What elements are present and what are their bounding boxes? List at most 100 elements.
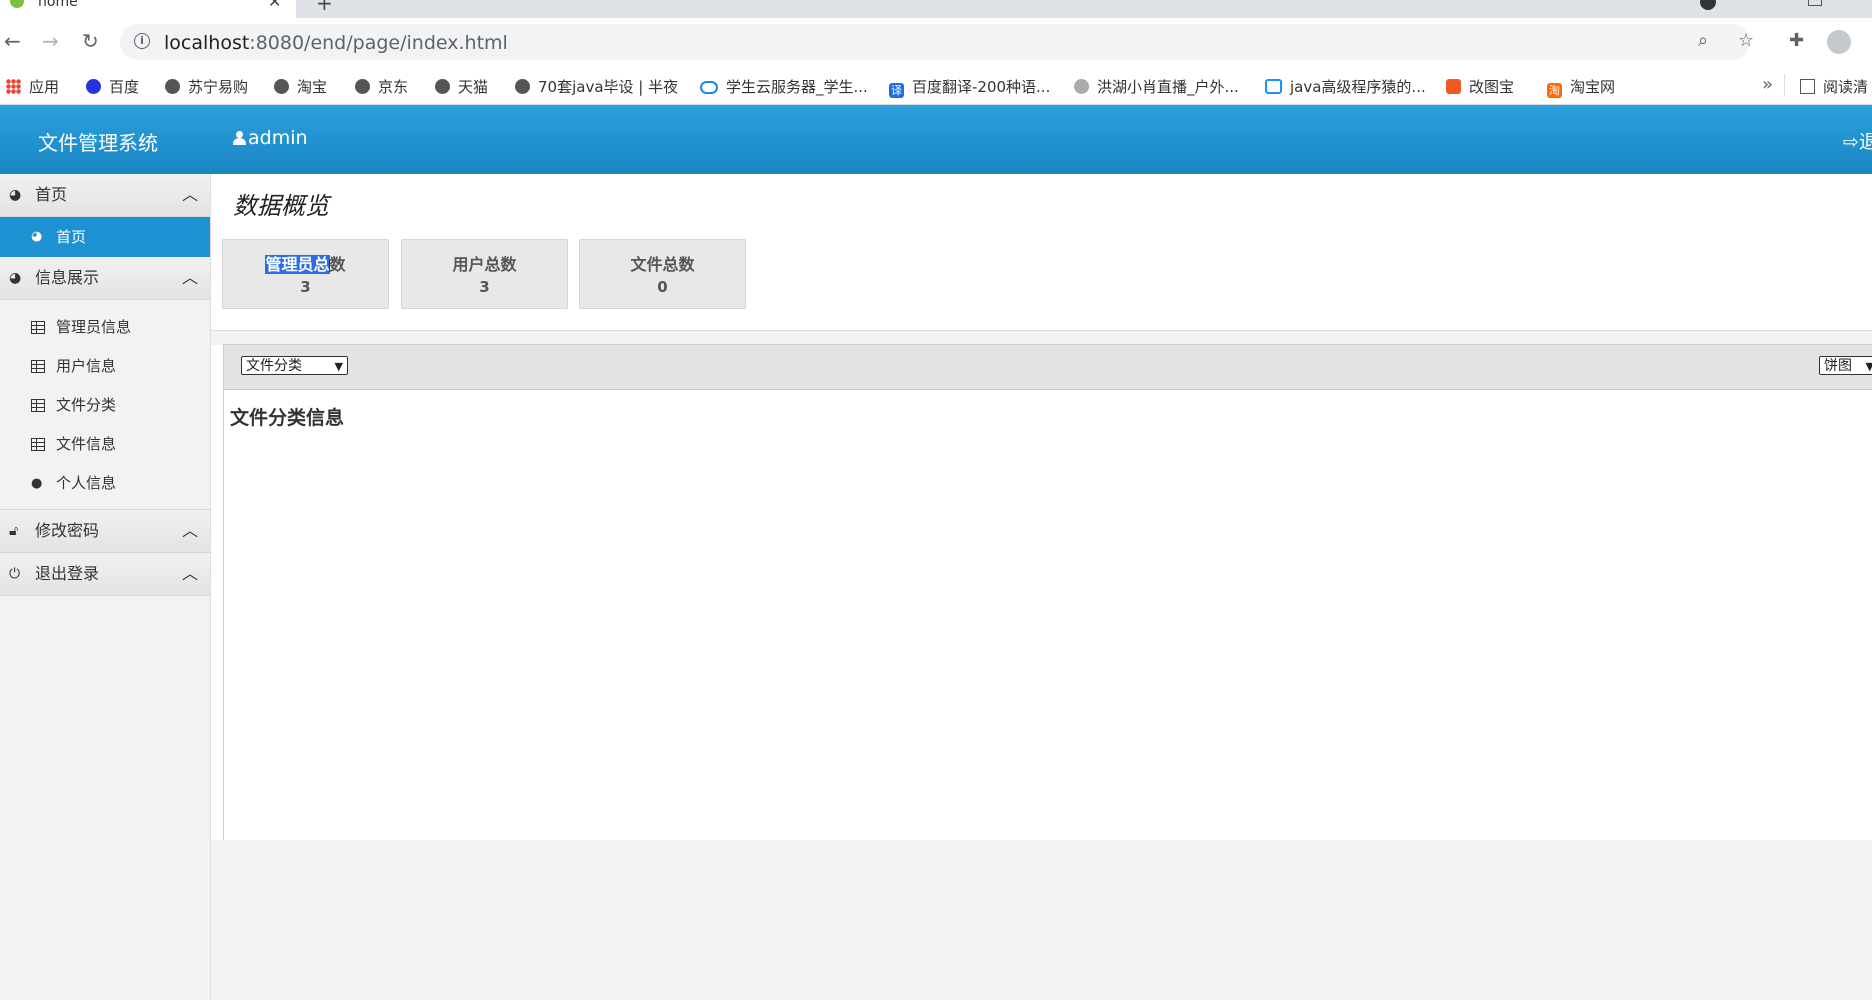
header-logout-button[interactable]: ⇨退	[1843, 127, 1872, 154]
selected-text: 管理员总	[265, 255, 330, 274]
sidebar-item-file-category[interactable]: 文件分类	[0, 386, 210, 425]
baidu-paw-icon	[86, 79, 101, 94]
url-text[interactable]: localhost:8080/end/page/index.html	[164, 32, 508, 54]
stat-value: 3	[479, 278, 490, 296]
power-icon: ⏻	[9, 566, 21, 582]
restore-window-icon[interactable]	[1808, 0, 1822, 6]
cloud-icon	[700, 81, 718, 94]
sidebar-group-logout[interactable]: ⏻ 退出登录 ︿	[0, 553, 210, 596]
current-user[interactable]: admin	[233, 127, 308, 149]
user-icon	[233, 131, 246, 145]
feather-icon	[1074, 79, 1089, 94]
table-icon	[31, 425, 45, 464]
extensions-puzzle-icon[interactable]: ✚	[1789, 30, 1804, 51]
sidebar-item-home[interactable]: ◕ 首页	[0, 217, 210, 257]
sidebar-item-label: 文件分类	[56, 396, 117, 414]
main-bottom-area	[211, 840, 1872, 1000]
sidebar-group-label: 首页	[35, 185, 68, 204]
address-bar[interactable]: i localhost:8080/end/page/index.html	[120, 24, 1750, 60]
sidebar-item-admin-info[interactable]: 管理员信息	[0, 308, 210, 347]
sidebar-item-personal-info[interactable]: ● 个人信息	[0, 464, 210, 503]
bookmark-suning[interactable]: 苏宁易购	[165, 76, 248, 97]
bookmark-honghu-live[interactable]: 洪湖小肖直播_户外...	[1074, 76, 1239, 97]
sidebar-item-label: 用户信息	[56, 357, 117, 375]
back-arrow-icon[interactable]: ←	[4, 30, 21, 52]
sidebar: ◕ 首页 ︿ ◕ 首页 ◕ 信息展示 ︿ 管理员信息 用户信息 文件分类 文件信…	[0, 174, 211, 1000]
dashboard-icon: ◕	[31, 229, 43, 244]
chevron-up-icon: ︿	[181, 564, 198, 583]
globe-icon	[355, 79, 370, 94]
site-info-icon[interactable]: i	[134, 33, 150, 49]
reload-icon[interactable]: ↻	[82, 30, 99, 52]
tab-favicon-icon	[10, 0, 24, 8]
sidebar-item-label: 首页	[56, 228, 87, 246]
chart-panel: 文件分类 ▼ 饼图 ▼ 文件分类信息	[223, 344, 1872, 842]
sidebar-item-label: 个人信息	[56, 474, 117, 492]
sidebar-item-user-info[interactable]: 用户信息	[0, 347, 210, 386]
sidebar-group-info[interactable]: ◕ 信息展示 ︿	[0, 257, 210, 300]
table-icon	[31, 308, 45, 347]
dashboard-icon: ◕	[9, 187, 22, 203]
sidebar-group-change-password[interactable]: 🔓︎ 修改密码 ︿	[0, 510, 210, 553]
reading-list[interactable]: 阅读清	[1800, 76, 1868, 97]
globe-icon	[274, 79, 289, 94]
bookmark-baidu[interactable]: 百度	[86, 76, 139, 97]
forward-arrow-icon[interactable]: →	[42, 30, 59, 52]
chevron-up-icon: ︿	[181, 268, 198, 287]
chevron-down-icon: ▼	[334, 360, 343, 373]
bookmark-jd[interactable]: 京东	[355, 76, 408, 97]
stat-value: 3	[300, 278, 311, 296]
new-tab-icon[interactable]: +	[316, 0, 333, 15]
bookmarks-divider	[1784, 74, 1785, 96]
bookmark-taobao-net[interactable]: 淘淘宝网	[1547, 76, 1615, 98]
dashboard-icon: ◕	[9, 270, 22, 286]
stat-label[interactable]: 管理员总数	[223, 251, 388, 275]
bookmark-star-icon[interactable]: ☆	[1738, 30, 1754, 51]
bookmarks-more-icon[interactable]: »	[1762, 74, 1773, 95]
chart-type-select[interactable]: 饼图 ▼	[1819, 356, 1872, 375]
chevron-up-icon: ︿	[181, 521, 198, 540]
table-icon	[31, 347, 45, 386]
bookmark-tmall[interactable]: 天猫	[435, 76, 488, 97]
bookmark-java-projects[interactable]: 70套java毕设 | 半夜	[515, 76, 678, 97]
apps-grid-icon	[6, 79, 21, 94]
sidebar-group-home[interactable]: ◕ 首页 ︿	[0, 174, 210, 217]
bookmark-gaitubao[interactable]: 改图宝	[1446, 76, 1514, 97]
translate-icon: 译	[889, 83, 904, 98]
zoom-icon[interactable]: ⌕	[1698, 30, 1708, 51]
table-icon	[31, 386, 45, 425]
bilibili-tv-icon	[1265, 79, 1282, 94]
browser-tab[interactable]: home ✕	[0, 0, 296, 18]
tab-title: home	[38, 0, 78, 10]
bookmark-student-cloud[interactable]: 学生云服务器_学生...	[700, 76, 868, 97]
sidebar-item-label: 管理员信息	[56, 318, 132, 336]
stat-card-user-total: 用户总数 3	[401, 239, 568, 309]
app-header: 文件管理系统 admin ⇨退	[0, 105, 1872, 174]
tab-close-icon[interactable]: ✕	[268, 0, 281, 11]
bookmark-java-senior[interactable]: java高级程序猿的...	[1265, 76, 1426, 97]
chevron-down-icon: ▼	[1865, 360, 1872, 373]
page-title: 数据概览	[233, 192, 329, 220]
stat-card-file-total: 文件总数 0	[579, 239, 746, 309]
orange-square-icon	[1446, 79, 1461, 94]
sidebar-item-label: 文件信息	[56, 435, 117, 453]
browser-toolbar: ← → ↻ i localhost:8080/end/page/index.ht…	[0, 18, 1872, 66]
bookmark-apps[interactable]: 应用	[6, 76, 59, 97]
bookmarks-bar: 应用 百度 苏宁易购 淘宝 京东 天猫 70套java毕设 | 半夜 学生云服务…	[0, 66, 1872, 105]
window-control-icon[interactable]	[1700, 0, 1716, 10]
section-divider	[211, 330, 1872, 345]
select-value: 饼图	[1824, 358, 1852, 374]
profile-avatar-icon[interactable]	[1827, 30, 1851, 54]
sidebar-submenu-info: 管理员信息 用户信息 文件分类 文件信息 ● 个人信息	[0, 300, 210, 510]
bookmark-taobao[interactable]: 淘宝	[274, 76, 327, 97]
reading-list-icon	[1800, 79, 1815, 94]
bookmark-baidu-translate[interactable]: 译百度翻译-200种语...	[889, 76, 1050, 98]
sidebar-item-file-info[interactable]: 文件信息	[0, 425, 210, 464]
chart-toolbar: 文件分类 ▼ 饼图 ▼	[224, 345, 1872, 390]
chart-category-select[interactable]: 文件分类 ▼	[241, 356, 348, 375]
chart-title: 文件分类信息	[230, 407, 345, 429]
globe-icon	[165, 79, 180, 94]
app-title: 文件管理系统	[38, 131, 158, 155]
taobao-icon: 淘	[1547, 83, 1562, 98]
stat-card-admin-total: 管理员总数 3	[222, 239, 389, 309]
